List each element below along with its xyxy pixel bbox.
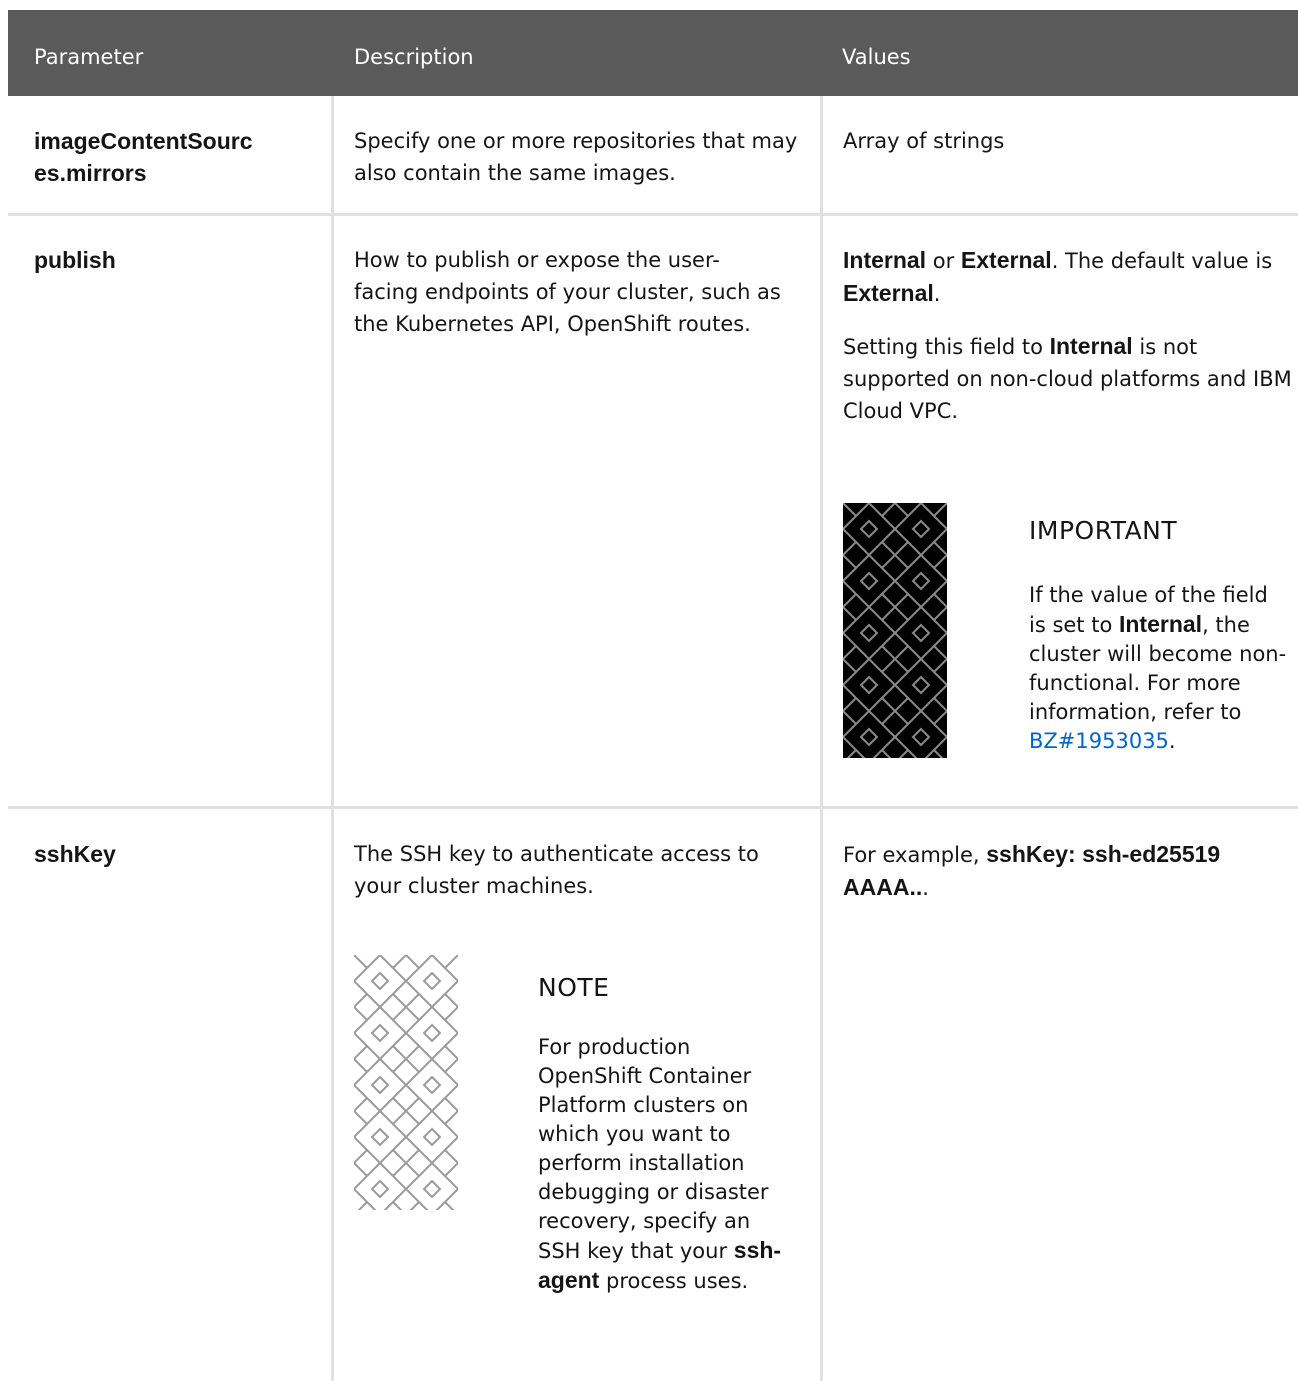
note-diamond-pattern-icon	[354, 955, 458, 1210]
literal-external: External	[960, 247, 1052, 273]
text-default-value: . The default value is	[1051, 249, 1273, 273]
table-row-2-description: How to publish or expose the user-facing…	[354, 248, 781, 336]
important-admonition: IMPORTANT If the value of the field is s…	[843, 503, 1293, 761]
literal-internal: Internal	[843, 247, 927, 273]
important-diamond-pattern-icon	[843, 503, 947, 758]
note-title: NOTE	[538, 973, 610, 1002]
row-divider-2	[8, 806, 1298, 809]
text-period-2: .	[922, 876, 929, 900]
table-header-row: Parameter Description Values	[8, 10, 1298, 96]
column-divider-1	[331, 96, 334, 1381]
note-text-start: For production OpenShift Container Platf…	[538, 1035, 769, 1263]
header-values: Values	[842, 45, 911, 69]
note-text-end: process uses.	[599, 1269, 749, 1293]
text-period: .	[933, 282, 941, 306]
table-row-1-parameter: imageContentSourc es.mirrors	[34, 125, 324, 189]
publish-values-paragraph-2: Setting this field to Internal is not su…	[843, 330, 1293, 427]
important-body: If the value of the field is set to Inte…	[1029, 581, 1291, 756]
table-row-1-description: Specify one or more repositories that ma…	[354, 129, 798, 185]
parameters-table: Parameter Description Values imageConten…	[8, 10, 1298, 1381]
table-row-3-parameter: sshKey	[34, 841, 116, 867]
bz-link[interactable]: BZ#1953035	[1029, 729, 1169, 753]
literal-internal-3: Internal	[1118, 611, 1203, 637]
table-row-3-description: The SSH key to authenticate access to yo…	[354, 838, 804, 902]
row-divider-1	[8, 213, 1298, 216]
parameter-name-part-2: es.mirrors	[34, 160, 147, 186]
text-setting-field: Setting this field to	[843, 335, 1050, 359]
publish-values-paragraph-1: Internal or External. The default value …	[843, 244, 1293, 310]
header-parameter: Parameter	[34, 45, 144, 69]
literal-external-default: External	[843, 280, 934, 306]
important-text-end: .	[1168, 729, 1176, 753]
table-row-2-parameter: publish	[34, 247, 116, 273]
parameter-name-part-1: imageContentSourc	[34, 128, 253, 154]
text-or: or	[926, 249, 961, 273]
sshkey-description-text: The SSH key to authenticate access to yo…	[354, 842, 759, 898]
important-title: IMPORTANT	[1029, 516, 1178, 545]
text-for-example: For example,	[843, 843, 987, 867]
table-row-1-values: Array of strings	[843, 129, 1005, 153]
table-row-2-values: Internal or External. The default value …	[843, 244, 1293, 427]
column-divider-2	[820, 96, 823, 1381]
table-row-3-values: For example, sshKey: ssh-ed25519 AAAA...	[843, 838, 1293, 904]
header-description: Description	[354, 45, 474, 69]
note-admonition: NOTE For production OpenShift Container …	[354, 955, 804, 1293]
note-body: For production OpenShift Container Platf…	[538, 1033, 788, 1296]
literal-internal-2: Internal	[1049, 333, 1133, 359]
